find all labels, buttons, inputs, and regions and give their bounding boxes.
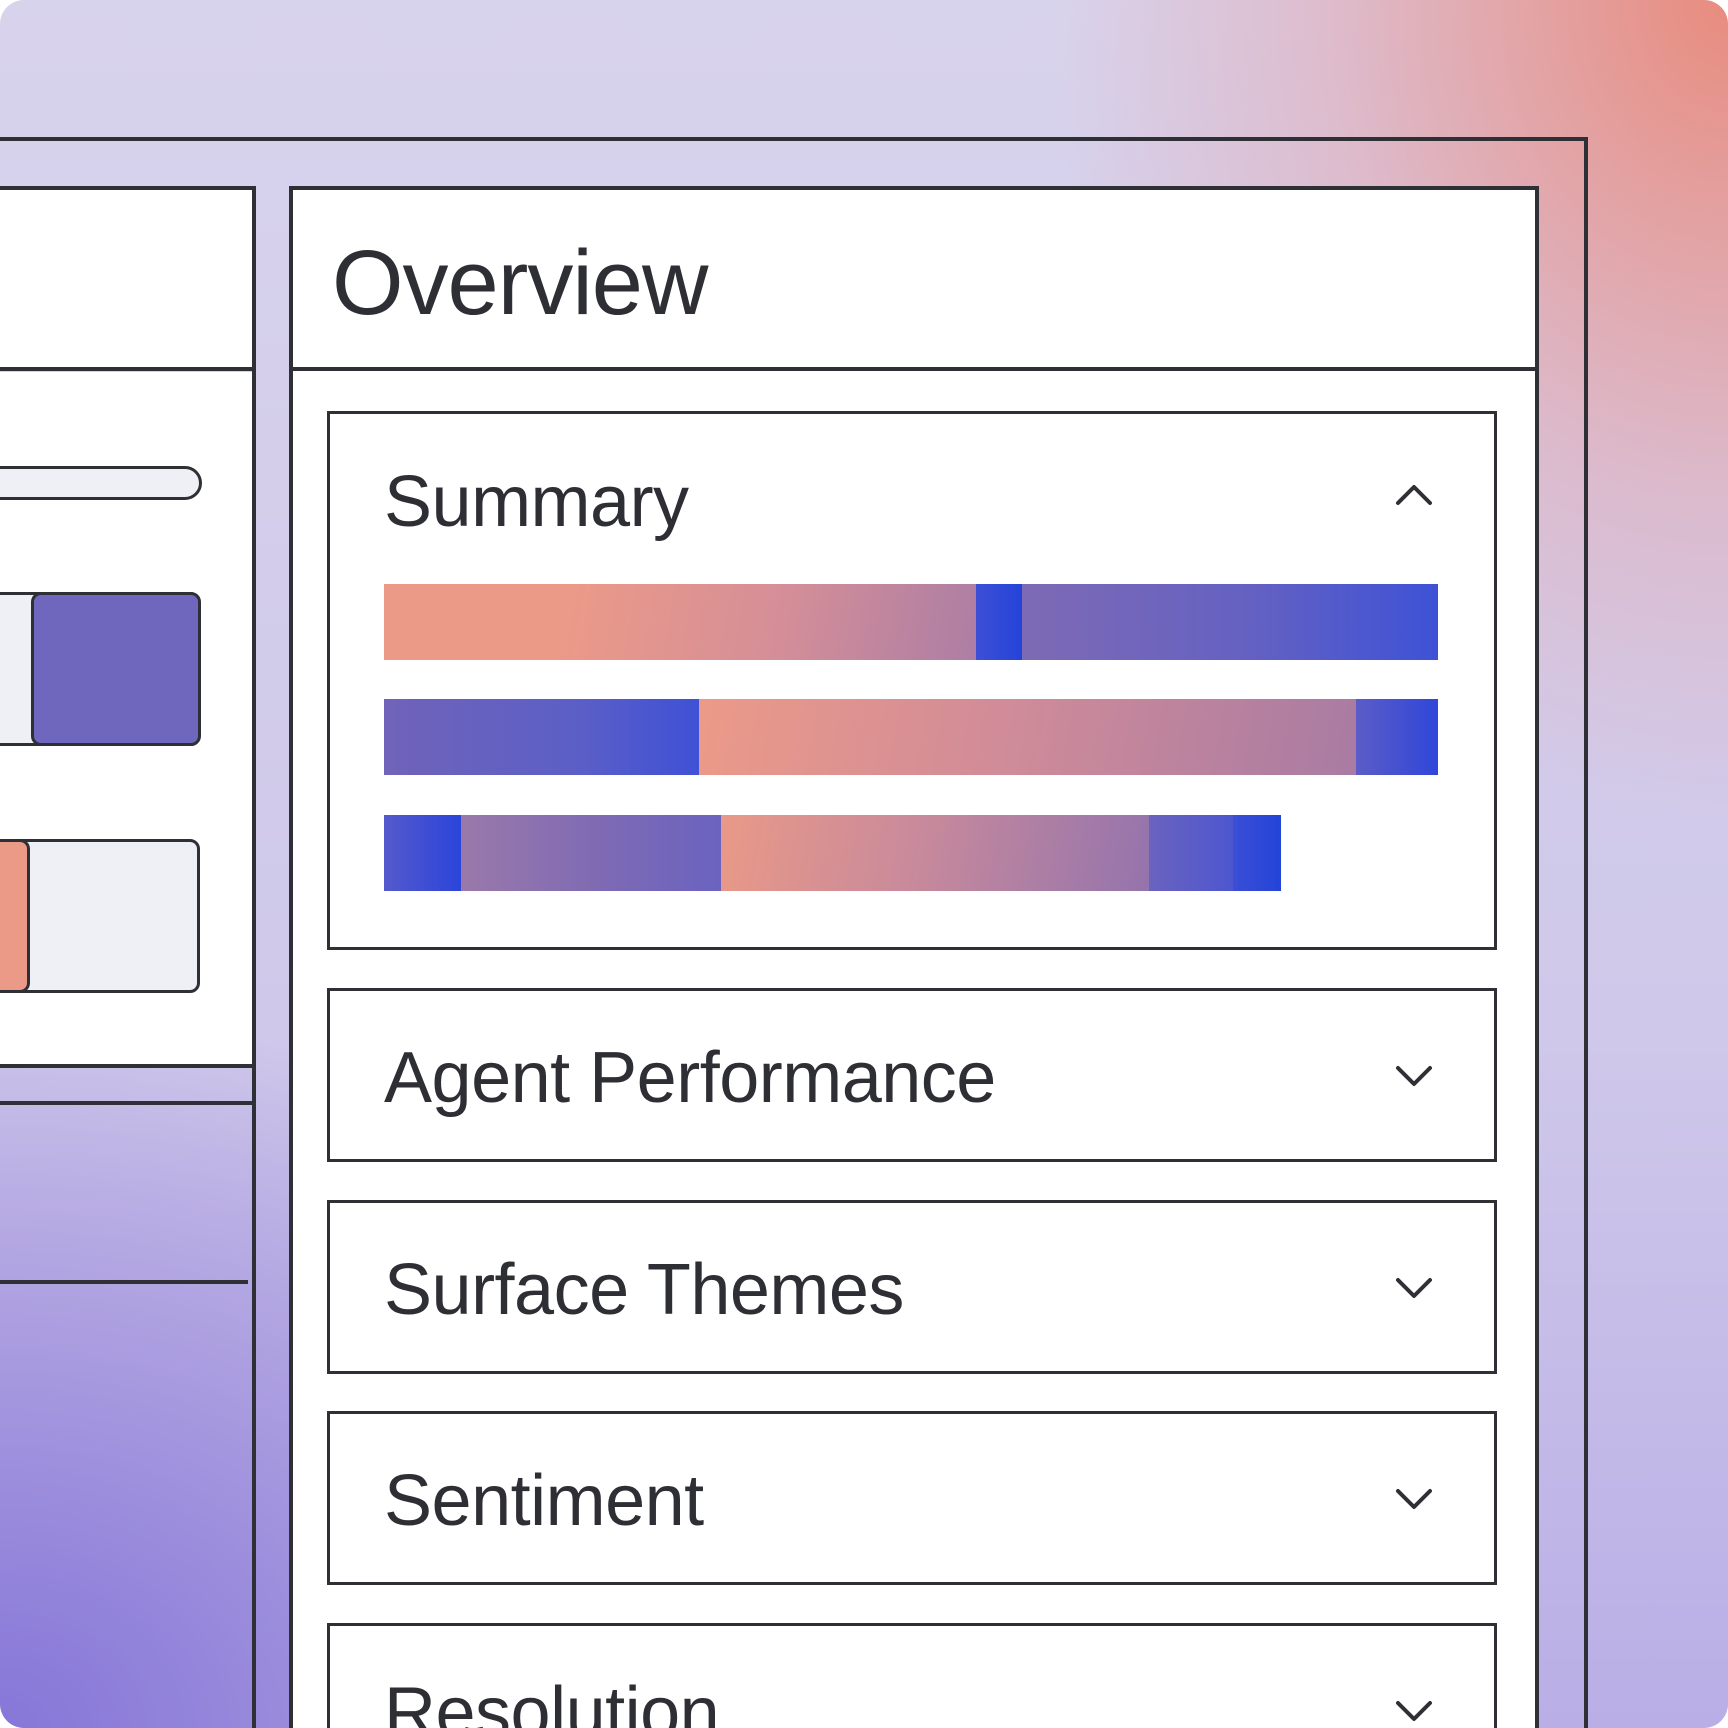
chevron-down-icon[interactable] [1394, 1276, 1434, 1302]
accordion-sentiment[interactable]: Sentiment [327, 1411, 1497, 1585]
summary-bar-2 [384, 699, 1438, 775]
accordion-surface-themes-label: Surface Themes [384, 1250, 904, 1330]
page-title: Overview [332, 232, 708, 334]
bar-segment [1022, 584, 1438, 660]
bar-segment [384, 815, 461, 891]
bar-segment [1356, 699, 1438, 775]
window-frame-right [1584, 137, 1588, 1728]
left-panel-lower-border [0, 1101, 252, 1105]
window-frame-top [0, 137, 1588, 141]
bar-segment [699, 699, 1356, 775]
overview-panel-top-border [289, 186, 1539, 190]
chevron-down-icon[interactable] [1394, 1699, 1434, 1725]
chevron-down-icon[interactable] [1394, 1487, 1434, 1513]
bar-segment [976, 584, 1022, 660]
bar-segment [721, 815, 1149, 891]
chevron-down-icon[interactable] [1394, 1064, 1434, 1090]
left-toggle-track-2[interactable] [0, 839, 200, 993]
chevron-up-icon [1396, 485, 1432, 505]
summary-bar-3 [384, 815, 1281, 891]
left-panel-bottom-border [0, 1064, 252, 1068]
left-toggle-knob-2[interactable] [0, 839, 30, 993]
bar-segment [1149, 815, 1233, 891]
left-panel-header [0, 188, 252, 368]
overview-panel-right-border [1535, 186, 1539, 1728]
overview-header-divider [293, 367, 1535, 371]
left-toggle-knob-1[interactable] [31, 592, 201, 746]
accordion-surface-themes[interactable]: Surface Themes [327, 1200, 1497, 1374]
accordion-summary-label: Summary [384, 462, 689, 542]
sidebar-separator-left [252, 186, 256, 1728]
bar-segment [461, 815, 721, 891]
accordion-sentiment-label: Sentiment [384, 1461, 704, 1541]
accordion-agent-performance[interactable]: Agent Performance [327, 988, 1497, 1162]
bar-segment [384, 699, 699, 775]
left-progress-track [0, 466, 202, 500]
accordion-agent-performance-label: Agent Performance [384, 1038, 996, 1118]
bar-segment [384, 584, 976, 660]
summary-bar-1 [384, 584, 1438, 660]
accordion-resolution-label: Resolution [384, 1673, 720, 1728]
accordion-summary-toggle[interactable] [1374, 454, 1454, 534]
left-panel-top-border [0, 186, 256, 190]
left-panel-section-line [0, 1280, 248, 1284]
left-panel-divider [0, 367, 252, 371]
accordion-resolution[interactable]: Resolution [327, 1623, 1497, 1728]
bar-segment [1233, 815, 1281, 891]
